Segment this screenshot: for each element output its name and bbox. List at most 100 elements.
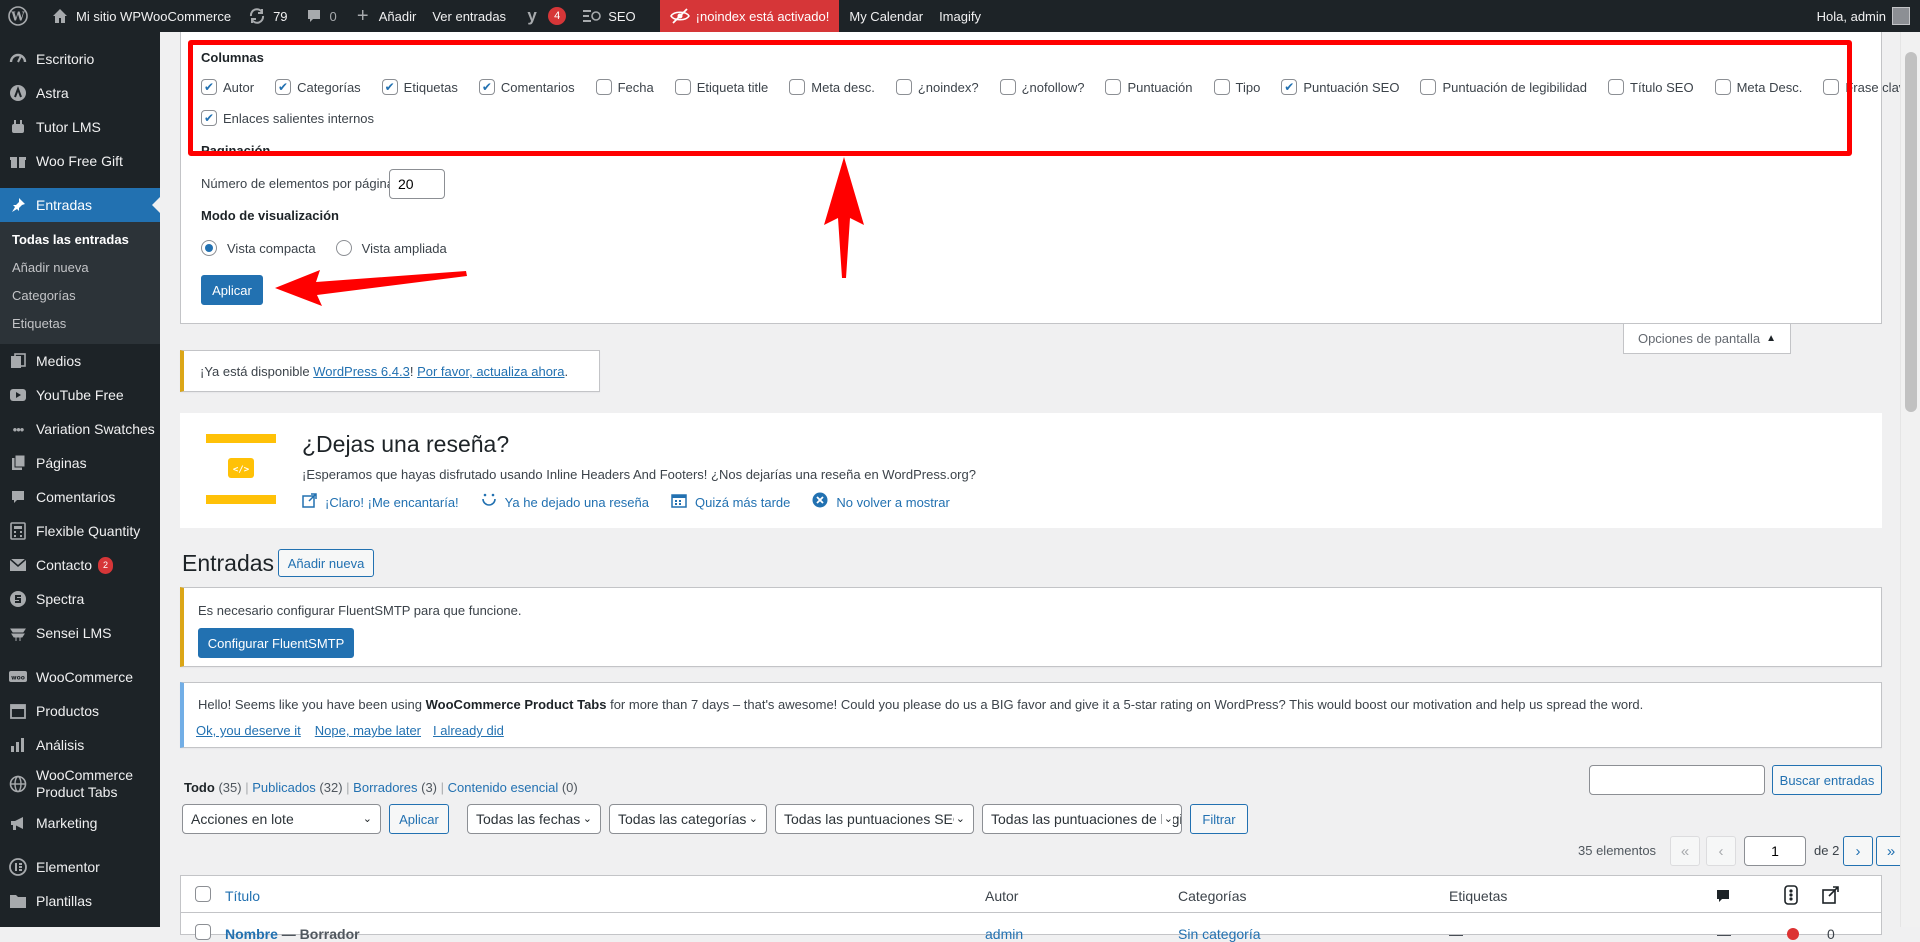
column-toggle-checkbox[interactable]: ✔ Autor	[201, 79, 254, 95]
menu-sensei-lms[interactable]: Sensei LMS	[0, 616, 160, 650]
review-done-link[interactable]: Ya he dejado una reseña	[481, 492, 649, 512]
noindex-warning[interactable]: ¡noindex está activado!	[659, 0, 840, 32]
menu-astra[interactable]: Astra	[0, 76, 160, 110]
view-cornerstone-link[interactable]: Contenido esencial (0)	[448, 780, 578, 795]
column-toggle-checkbox[interactable]: ¿noindex?	[895, 79, 979, 95]
rate-yes-link[interactable]: Ok, you deserve it	[196, 723, 301, 738]
menu-analisis[interactable]: Análisis	[0, 728, 160, 762]
prev-page-button[interactable]: ‹	[1706, 836, 1736, 866]
menu-paginas[interactable]: Páginas	[0, 446, 160, 480]
menu-entradas[interactable]: Entradas	[0, 188, 160, 222]
column-toggle-checkbox[interactable]: ✔ Categorías	[275, 79, 361, 95]
rate-later-link[interactable]: Nope, maybe later	[315, 723, 421, 738]
rate-done-link[interactable]: I already did	[433, 723, 504, 738]
review-yes-link[interactable]: ¡Claro! ¡Me encantaría!	[302, 492, 459, 512]
menu-productos[interactable]: Productos	[0, 694, 160, 728]
menu-spectra[interactable]: Spectra	[0, 582, 160, 616]
menu-flexible-quantity[interactable]: Flexible Quantity	[0, 514, 160, 548]
view-drafts-link[interactable]: Borradores (3)	[353, 780, 437, 795]
search-posts-button[interactable]: Buscar entradas	[1772, 765, 1882, 795]
row-checkbox[interactable]	[195, 924, 211, 940]
seo-menu[interactable]: SEO	[574, 0, 643, 32]
review-later-link[interactable]: Quizá más tarde	[671, 492, 790, 512]
menu-plantillas[interactable]: Plantillas	[0, 884, 160, 918]
view-compact-radio[interactable]: Vista compacta	[201, 240, 316, 256]
add-new-post-button[interactable]: Añadir nueva	[278, 549, 374, 577]
view-extended-radio[interactable]: Vista ampliada	[335, 240, 447, 256]
site-name-link[interactable]: Mi sitio WPWooCommerce	[42, 0, 239, 32]
site-name: Mi sitio WPWooCommerce	[76, 8, 232, 24]
menu-variation-swatches[interactable]: ••• Variation Swatches	[0, 412, 160, 446]
column-toggle-checkbox[interactable]: ✔ Puntuación SEO	[1281, 79, 1399, 95]
menu-woocommerce-product-tabs[interactable]: WooCommerce Product Tabs	[0, 762, 160, 806]
configure-smtp-button[interactable]: Configurar FluentSMTP	[198, 628, 354, 658]
yoast-menu[interactable]: y 4	[514, 0, 574, 32]
column-toggle-checkbox[interactable]: Meta desc.	[789, 79, 875, 95]
readability-filter-select[interactable]: Todas las puntuaciones de legibilidad⌄	[982, 804, 1182, 834]
column-toggle-checkbox[interactable]: ✔ Etiquetas	[381, 79, 458, 95]
column-toggle-checkbox[interactable]: ✔ Comentarios	[478, 79, 575, 95]
menu-contacto[interactable]: Contacto 2	[0, 548, 160, 582]
column-toggle-checkbox[interactable]: Tipo	[1213, 79, 1260, 95]
select-all-checkbox[interactable]	[195, 886, 211, 902]
date-filter-select[interactable]: Todas las fechas ⌄	[467, 804, 601, 834]
column-toggle-label: Autor	[223, 79, 255, 95]
menu-medios[interactable]: Medios	[0, 344, 160, 378]
category-filter-select[interactable]: Todas las categorías ⌄	[609, 804, 767, 834]
first-page-button[interactable]: «	[1670, 836, 1700, 866]
my-calendar-link[interactable]: My Calendar	[839, 0, 931, 32]
post-links-count: 0	[1827, 926, 1835, 942]
post-author-link[interactable]: admin	[985, 926, 1023, 942]
search-input[interactable]	[1589, 765, 1765, 795]
column-toggle-checkbox[interactable]: ✔ Enlaces salientes internos	[201, 110, 374, 126]
post-title-link[interactable]: Nombre	[225, 926, 278, 942]
screen-options-apply-button[interactable]: Aplicar	[201, 275, 263, 305]
next-page-button[interactable]: ›	[1843, 836, 1873, 866]
column-toggle-checkbox[interactable]: Fecha	[595, 79, 654, 95]
submenu-all-posts[interactable]: Todas las entradas	[0, 226, 160, 254]
admin-bar: W Mi sitio WPWooCommerce 79 0 + Añadir V…	[0, 0, 1920, 32]
column-toggle-checkbox[interactable]: Título SEO	[1608, 79, 1694, 95]
view-posts-link[interactable]: Ver entradas	[424, 0, 514, 32]
column-toggle-checkbox[interactable]: Puntuación de legibilidad	[1420, 79, 1587, 95]
submenu-tags[interactable]: Etiquetas	[0, 310, 160, 338]
imagify-link[interactable]: Imagify	[931, 0, 989, 32]
menu-elementor[interactable]: Elementor	[0, 850, 160, 884]
menu-woocommerce[interactable]: woo WooCommerce	[0, 660, 160, 694]
wp-logo-button[interactable]: W	[0, 0, 42, 32]
post-category-link[interactable]: Sin categoría	[1178, 926, 1261, 942]
wordpress-version-link[interactable]: WordPress 6.4.3	[313, 364, 410, 379]
column-title-header[interactable]: Título	[225, 888, 260, 904]
page-scrollbar[interactable]	[1900, 32, 1920, 927]
review-dismiss-link[interactable]: No volver a mostrar	[812, 492, 950, 512]
menu-woo-free-gift[interactable]: Woo Free Gift	[0, 144, 160, 178]
menu-youtube-free[interactable]: YouTube Free	[0, 378, 160, 412]
menu-comentarios[interactable]: Comentarios	[0, 480, 160, 514]
add-new-link[interactable]: + Añadir	[345, 0, 425, 32]
current-page-input[interactable]	[1744, 836, 1806, 866]
scrollbar-thumb[interactable]	[1905, 52, 1917, 412]
filter-button[interactable]: Filtrar	[1190, 804, 1248, 834]
per-page-input[interactable]	[389, 169, 445, 199]
menu-tutor-lms[interactable]: Tutor LMS	[0, 110, 160, 144]
account-menu[interactable]: Hola, admin	[1809, 0, 1920, 32]
view-all-link[interactable]: Todo (35)	[184, 780, 242, 795]
view-published-link[interactable]: Publicados (32)	[252, 780, 342, 795]
bulk-actions-select[interactable]: Acciones en lote ⌄	[182, 804, 381, 834]
bulk-apply-button[interactable]: Aplicar	[389, 804, 449, 834]
column-toggle-checkbox[interactable]: Meta Desc.	[1714, 79, 1802, 95]
menu-escritorio[interactable]: Escritorio	[0, 42, 160, 76]
seo-score-filter-select[interactable]: Todas las puntuaciones SEO ⌄	[775, 804, 974, 834]
comments-link[interactable]: 0	[296, 0, 345, 32]
submenu-add-new[interactable]: Añadir nueva	[0, 254, 160, 282]
screen-options-toggle[interactable]: Opciones de pantalla ▲	[1623, 324, 1791, 354]
update-now-link[interactable]: Por favor, actualiza ahora	[417, 364, 564, 379]
main-content: Columnas ✔ Autor ✔ Categorías ✔ Etiquetas ✔ Com…	[160, 32, 1913, 942]
column-toggle-checkbox[interactable]: ¿nofollow?	[999, 79, 1084, 95]
menu-marketing[interactable]: Marketing	[0, 806, 160, 840]
updates-link[interactable]: 79	[239, 0, 295, 32]
checkmark-icon: ✔	[275, 79, 292, 95]
column-toggle-checkbox[interactable]: Etiqueta title	[674, 79, 768, 95]
submenu-categories[interactable]: Categorías	[0, 282, 160, 310]
column-toggle-checkbox[interactable]: Puntuación	[1105, 79, 1193, 95]
